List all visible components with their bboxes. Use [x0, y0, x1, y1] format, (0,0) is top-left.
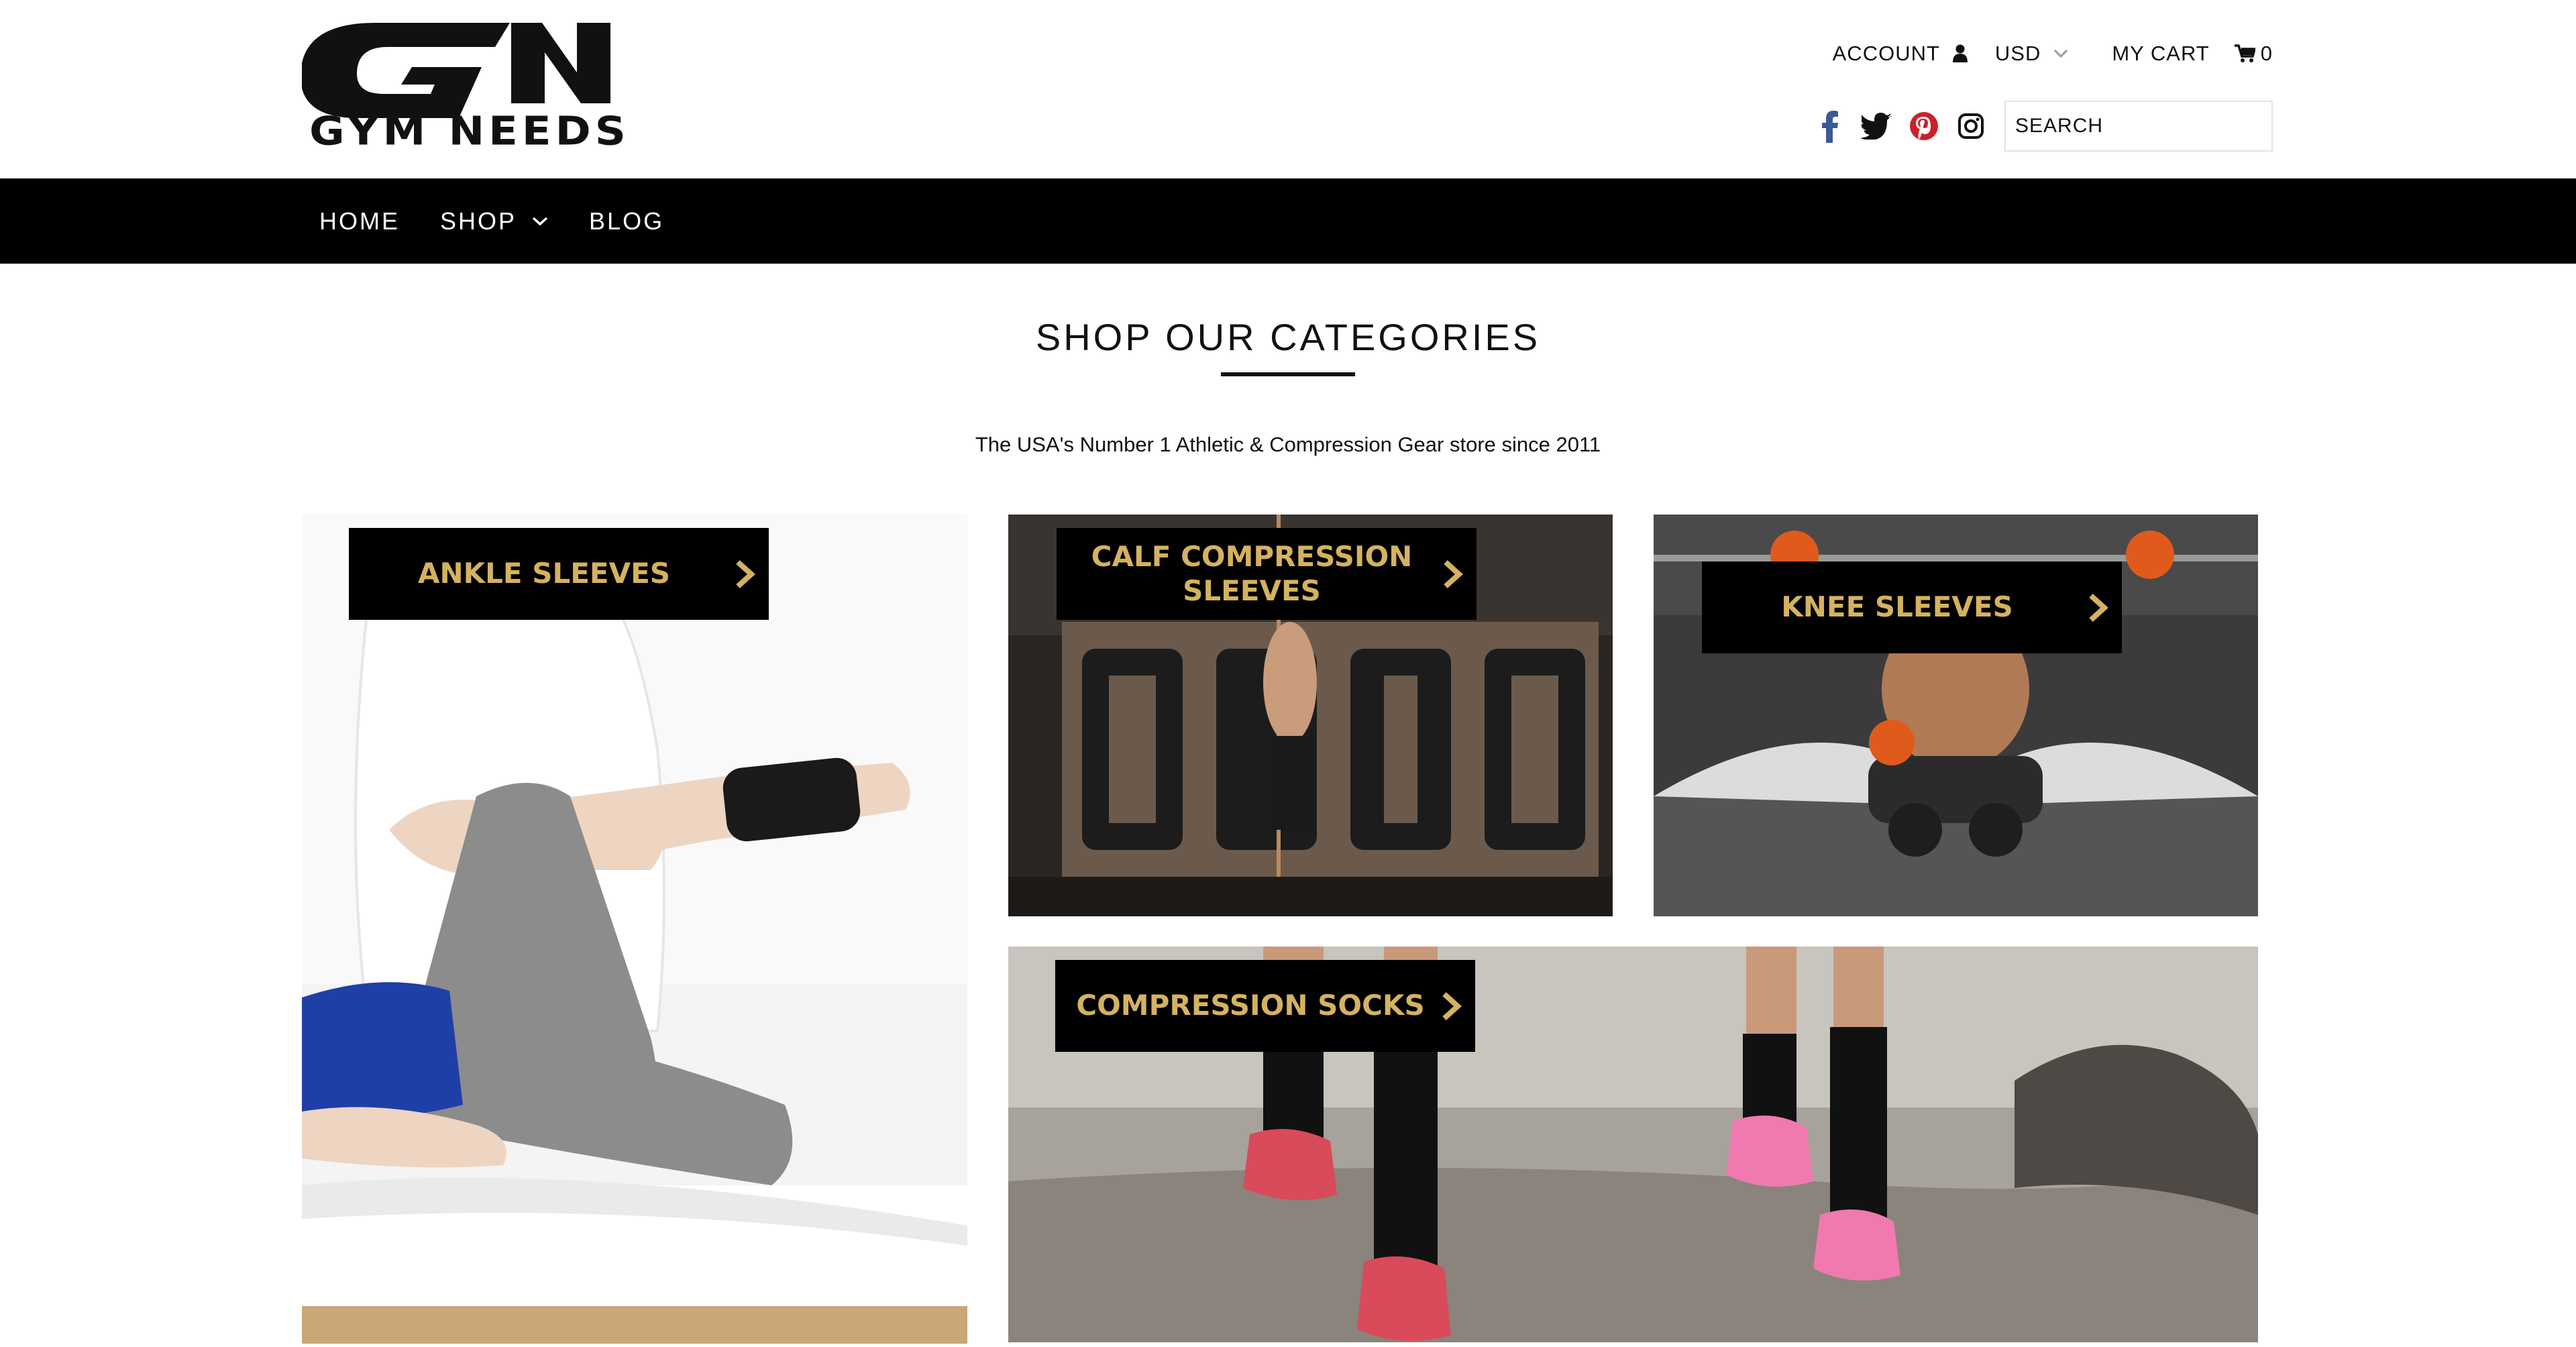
cart-count: 0	[2260, 42, 2273, 65]
tile-label: KNEE SLEEVES	[1702, 561, 2122, 653]
tile-label-text: ANKLE SLEEVES	[417, 557, 671, 590]
chevron-right-icon	[2086, 592, 2110, 624]
site-header: GYM NEEDS ACCOUNT USD MY CART 0 SEARCH	[0, 0, 2576, 178]
nav-item-shop[interactable]: SHOP	[440, 207, 549, 235]
page-title: SHOP OUR CATEGORIES	[1035, 316, 1541, 358]
category-tile-ankle-sleeves[interactable]: ANKLE SLEEVES	[302, 515, 967, 1344]
nav-item-home[interactable]: HOME	[319, 207, 400, 235]
tile-label-text: CALF COMPRESSION SLEEVES	[1091, 540, 1413, 607]
tagline: The USA's Number 1 Athletic & Compressio…	[975, 433, 1601, 456]
category-tile-knee-sleeves[interactable]: KNEE SLEEVES	[1654, 515, 2258, 916]
ankle-sleeves-image	[302, 515, 967, 1344]
cart-link[interactable]: MY CART 0	[2112, 42, 2273, 66]
account-link[interactable]: ACCOUNT	[1833, 42, 1968, 66]
currency-selector[interactable]: USD	[1995, 42, 2069, 66]
twitter-icon[interactable]	[1858, 107, 1896, 145]
nav-item-label: HOME	[319, 207, 400, 235]
chevron-right-icon	[1439, 990, 1463, 1022]
logo-wordmark: GYM NEEDS	[309, 108, 630, 155]
nav-item-label: BLOG	[589, 207, 665, 235]
tile-label-text: COMPRESSION SOCKS	[1076, 989, 1425, 1022]
user-icon	[1952, 44, 1968, 63]
account-label: ACCOUNT	[1832, 42, 1940, 65]
chevron-down-icon	[2053, 48, 2069, 59]
pinterest-icon[interactable]	[1905, 107, 1943, 145]
chevron-right-icon	[733, 558, 757, 590]
main-nav: HOME SHOP BLOG	[0, 178, 2576, 264]
nav-item-blog[interactable]: BLOG	[589, 207, 664, 235]
nav-item-label: SHOP	[440, 207, 517, 235]
tile-label-text: KNEE SLEEVES	[1781, 590, 2013, 624]
category-tile-calf-compression-sleeves[interactable]: CALF COMPRESSION SLEEVES	[1008, 515, 1613, 916]
cart-label: MY CART	[2112, 42, 2210, 65]
facebook-icon[interactable]	[1811, 107, 1849, 145]
category-tile-compression-socks[interactable]: COMPRESSION SOCKS	[1008, 947, 2258, 1342]
account-bar: ACCOUNT USD MY CART 0	[1833, 39, 2273, 68]
tile-label: CALF COMPRESSION SLEEVES	[1057, 528, 1477, 620]
title-underline	[1221, 372, 1355, 376]
chevron-down-icon	[531, 216, 549, 227]
cart-icon	[2234, 44, 2255, 63]
social-and-search	[1811, 99, 2273, 153]
currency-label: USD	[1994, 42, 2041, 65]
site-logo[interactable]: GYM NEEDS	[302, 15, 637, 155]
tile-label: COMPRESSION SOCKS	[1055, 960, 1475, 1052]
chevron-right-icon	[1440, 558, 1464, 590]
instagram-icon[interactable]	[1952, 107, 1990, 145]
tile-label: ANKLE SLEEVES	[349, 528, 769, 620]
search-input[interactable]	[2004, 101, 2273, 152]
